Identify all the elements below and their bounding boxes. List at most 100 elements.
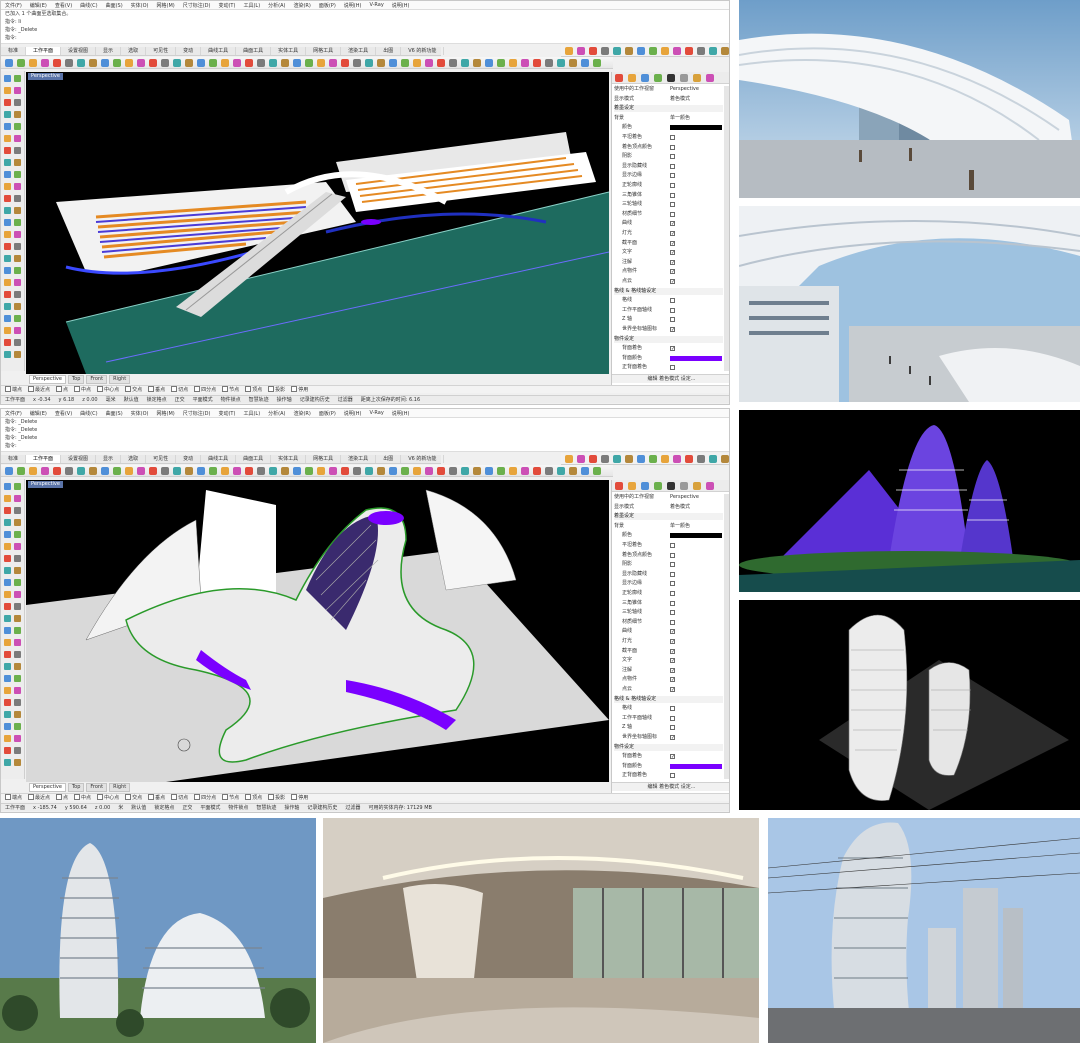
prop-row[interactable]: 背面颜色 (614, 763, 723, 770)
tool-icon[interactable] (4, 543, 11, 550)
tool-icon[interactable] (4, 159, 11, 166)
osnap-checkbox[interactable]: 端点 (5, 386, 22, 393)
prop-checkbox[interactable]: ✓ (670, 648, 675, 654)
prop-checkbox[interactable] (670, 135, 675, 140)
toolbar-tab[interactable]: 选取 (121, 47, 147, 55)
prop-value[interactable]: 着色模式 (670, 96, 690, 103)
prop-row[interactable]: 阴影 (614, 153, 723, 160)
tool-icon[interactable] (4, 219, 11, 226)
tool-icon[interactable] (14, 495, 21, 502)
tool-icon[interactable] (14, 603, 21, 610)
osnap-checkbox[interactable]: 交点 (125, 386, 142, 393)
prop-checkbox[interactable]: ✓ (670, 754, 675, 760)
props-tab-icon[interactable] (654, 74, 662, 82)
prop-checkbox[interactable] (670, 298, 675, 304)
osnap-checkbox[interactable]: 停用 (291, 386, 308, 393)
toolbar-icon[interactable] (281, 59, 289, 67)
tool-icon[interactable] (4, 735, 11, 742)
prop-value[interactable]: 单一颜色 (670, 523, 690, 530)
prop-row[interactable]: 显示边缘 (614, 580, 723, 587)
toolbar-icon[interactable] (509, 59, 517, 67)
status-field[interactable]: 距离上次保存的时间: 6.16 (361, 396, 420, 403)
tool-icon[interactable] (14, 279, 21, 286)
tool-icon[interactable] (4, 303, 11, 310)
osnap-checkbox[interactable]: 垂点 (148, 386, 165, 393)
toolbar-icon[interactable] (521, 59, 529, 67)
prop-row[interactable]: 平坦着色 (614, 134, 723, 141)
toolbar-tab[interactable]: 设置视图 (61, 47, 97, 55)
tool-icon[interactable] (4, 231, 11, 238)
menu-item[interactable]: 说明(H) (344, 2, 362, 9)
color-swatch[interactable] (670, 125, 722, 131)
prop-row[interactable]: 点云 ✓ (614, 278, 723, 285)
prop-row[interactable]: 点物件 ✓ (614, 268, 723, 275)
viewport-tab[interactable]: Perspective (29, 782, 66, 792)
prop-row[interactable]: 注解 ✓ (614, 259, 723, 266)
tool-icon[interactable] (14, 531, 21, 538)
osnap-checkbox[interactable]: 顶点 (245, 794, 262, 801)
toolbar-icon[interactable] (17, 467, 25, 475)
status-field[interactable]: 默认值 (124, 396, 139, 403)
status-field[interactable]: 智慧轨迹 (256, 804, 276, 811)
prop-checkbox[interactable]: ✓ (670, 629, 675, 635)
prop-checkbox[interactable]: ✓ (670, 221, 675, 227)
toolbar-icon[interactable] (245, 467, 253, 475)
tool-icon[interactable] (14, 243, 21, 250)
status-field[interactable]: 记录建构历史 (307, 804, 337, 811)
tool-icon[interactable] (14, 507, 21, 514)
props-tab-icon[interactable] (615, 482, 623, 490)
toolbar-icon[interactable] (377, 59, 385, 67)
toolbar-icon[interactable] (593, 59, 601, 67)
viewport-tab[interactable]: Right (109, 374, 131, 384)
prop-row[interactable]: 着色顶点颜色 (614, 552, 723, 559)
menu-item[interactable]: 查看(V) (55, 410, 72, 417)
toolbar-icon[interactable] (329, 59, 337, 67)
toolbar-icon[interactable] (697, 47, 705, 55)
prop-checkbox[interactable] (670, 610, 675, 616)
menu-item[interactable]: 曲面(S) (106, 410, 123, 417)
tool-icon[interactable] (14, 135, 21, 142)
toolbar-icon[interactable] (545, 467, 553, 475)
toolbar-tab[interactable]: 曲面工具 (236, 455, 272, 463)
toolbar-icon[interactable] (41, 59, 49, 67)
prop-checkbox[interactable]: ✓ (670, 327, 675, 333)
toolbar-icon[interactable] (473, 59, 481, 67)
viewport-label[interactable]: Perspective (28, 73, 63, 80)
prop-row[interactable]: 文字 ✓ (614, 657, 723, 664)
prop-row[interactable]: 正轮廓线 (614, 590, 723, 597)
color-swatch[interactable] (670, 533, 722, 539)
menu-item[interactable]: 文件(F) (5, 2, 22, 9)
prop-row[interactable]: 曲线 ✓ (614, 628, 723, 635)
prop-row[interactable]: 格线 (614, 297, 723, 304)
toolbar-icon[interactable] (353, 467, 361, 475)
toolbar-icon[interactable] (625, 455, 633, 463)
viewport-tab[interactable]: Top (67, 782, 85, 792)
toolbar-icon[interactable] (413, 59, 421, 67)
toolbar-icon[interactable] (661, 47, 669, 55)
toolbar-icon[interactable] (5, 467, 13, 475)
status-field[interactable]: 操作轴 (277, 396, 292, 403)
prop-checkbox[interactable] (670, 202, 675, 208)
osnap-checkbox[interactable]: 点 (56, 386, 68, 393)
toolbar-icon[interactable] (425, 59, 433, 67)
toolbar-tab[interactable]: 工作平面 (26, 47, 62, 55)
toolbar-icon[interactable] (269, 467, 277, 475)
toolbar-tab[interactable]: 标准 (1, 47, 27, 55)
tool-icon[interactable] (4, 591, 11, 598)
tool-icon[interactable] (4, 75, 11, 82)
osnap-checkbox[interactable]: 端点 (5, 794, 22, 801)
toolbar-tab[interactable]: 出图 (376, 47, 402, 55)
toolbar-tab[interactable]: 变动 (176, 455, 202, 463)
toolbar-icon[interactable] (185, 467, 193, 475)
menu-item[interactable]: 变动(T) (218, 2, 235, 9)
tool-icon[interactable] (14, 615, 21, 622)
toolbar-icon[interactable] (661, 455, 669, 463)
tool-icon[interactable] (14, 723, 21, 730)
menu-item[interactable]: 曲线(C) (80, 410, 97, 417)
menu-item[interactable]: 曲线(C) (80, 2, 97, 9)
tool-icon[interactable] (4, 615, 11, 622)
osnap-checkbox[interactable]: 节点 (222, 794, 239, 801)
toolbar-icon[interactable] (581, 59, 589, 67)
prop-row[interactable]: 颜色 (614, 532, 723, 539)
tool-icon[interactable] (14, 579, 21, 586)
